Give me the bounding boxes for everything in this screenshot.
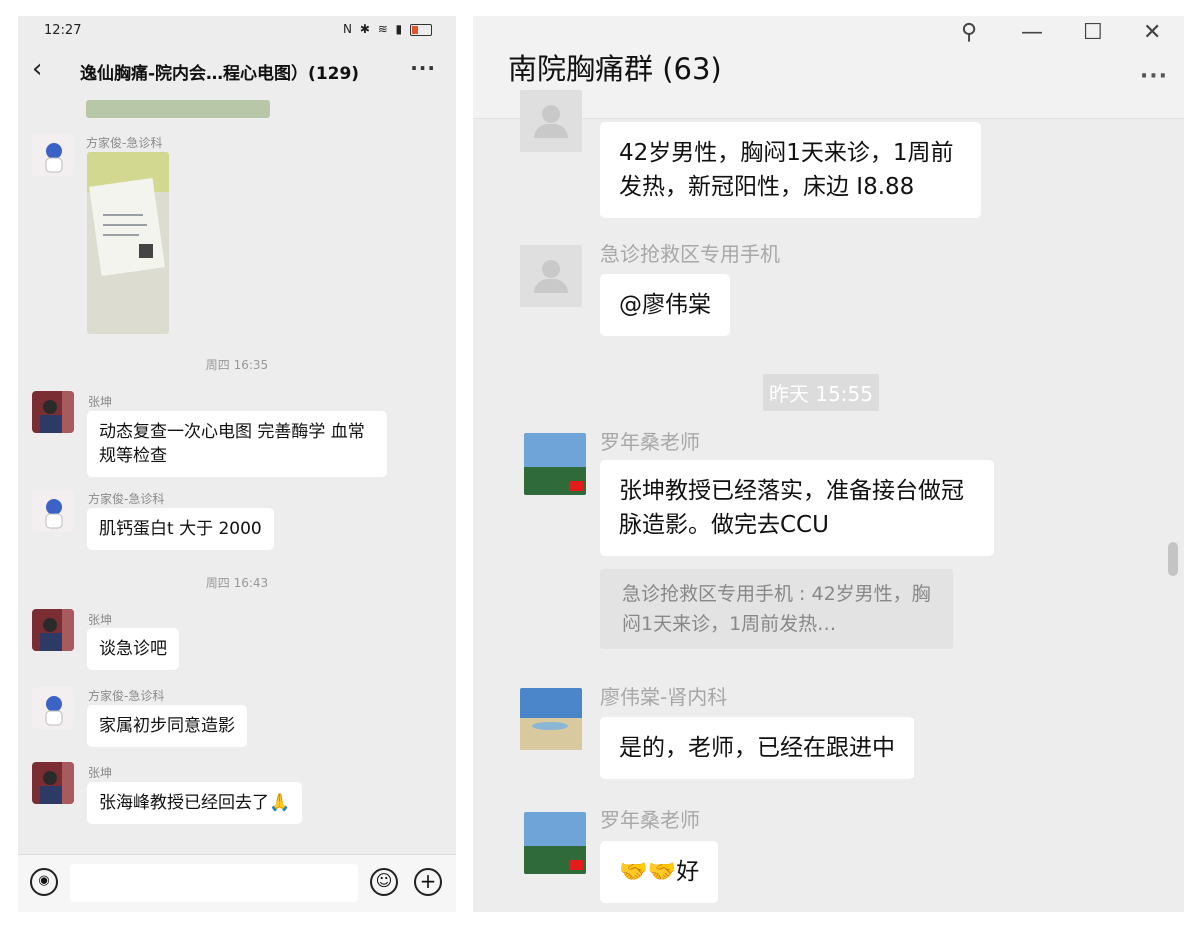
maximize-icon[interactable]: ☐ [1083, 20, 1103, 45]
message-bubble[interactable]: 是的，老师，已经在跟进中 [600, 717, 914, 779]
chat-title: 逸仙胸痛-院内会…程心电图）(129) [80, 64, 360, 84]
back-arrow-icon[interactable]: ‹ [32, 54, 42, 84]
message-bubble[interactable]: 🤝🤝好 [600, 841, 719, 903]
person-photo-icon [40, 762, 74, 804]
flag-badge-icon [569, 481, 583, 491]
avatar[interactable] [32, 609, 74, 651]
message-bubble[interactable]: 家属初步同意造影 [87, 705, 247, 747]
time-divider: 昨天 15:55 [763, 374, 879, 411]
status-time: 12:27 [44, 23, 82, 38]
doc-line [103, 234, 139, 236]
emoji-icon[interactable]: ☺ [370, 868, 398, 896]
avatar[interactable] [32, 762, 74, 804]
message-bubble[interactable]: 动态复查一次心电图 完善酶学 血常规等检查 [87, 411, 387, 477]
message-bubble[interactable]: 张海峰教授已经回去了🙏 [87, 782, 303, 824]
qr-code-icon [139, 244, 153, 258]
avatar[interactable] [32, 391, 74, 433]
image-message-partial[interactable] [86, 100, 270, 118]
message-bubble[interactable]: 谈急诊吧 [87, 628, 179, 670]
default-avatar-icon[interactable] [520, 90, 582, 152]
plus-icon[interactable]: + [414, 868, 442, 896]
sender-name: 罗年桑老师 [600, 808, 700, 832]
cartoon-avatar-icon [45, 696, 63, 726]
sender-name: 罗年桑老师 [600, 430, 700, 454]
sender-name: 廖伟棠-肾内科 [600, 685, 728, 709]
sender-name: 方家俊-急诊科 [86, 136, 163, 150]
close-icon[interactable]: ✕ [1143, 20, 1161, 45]
default-avatar-icon[interactable] [520, 245, 582, 307]
status-bar: 12:27 N ✱ ≋ ▮ [18, 16, 456, 46]
time-divider: 周四 16:43 [205, 576, 269, 590]
sender-name: 方家俊-急诊科 [88, 689, 165, 703]
person-photo-icon [40, 609, 74, 651]
landscape-avatar-icon[interactable] [524, 812, 586, 874]
person-photo-icon [40, 391, 74, 433]
message-bubble[interactable]: 张坤教授已经落实，准备接台做冠脉造影。做完去CCU [600, 460, 994, 556]
beach-avatar-icon[interactable] [520, 688, 582, 750]
cartoon-avatar-icon [45, 143, 63, 173]
desktop-chat-panel: 南院胸痛群 (63) ⚲ — ☐ ✕ ··· 42岁男性，胸闷1天来诊，1周前发… [473, 16, 1184, 912]
more-options-icon[interactable]: ··· [1140, 64, 1168, 89]
photo-document [89, 177, 165, 277]
sender-name: 张坤 [88, 395, 113, 409]
message-bubble[interactable]: 42岁男性，胸闷1天来诊，1周前发热，新冠阳性，床边 I8.88 [600, 122, 981, 218]
message-bubble[interactable]: @廖伟棠 [600, 274, 730, 336]
group-title: 南院胸痛群 (63) [508, 52, 722, 86]
image-message[interactable] [87, 152, 169, 334]
cartoon-avatar-icon [45, 499, 63, 529]
avatar[interactable] [32, 134, 74, 176]
message-bubble[interactable]: 肌钙蛋白t 大于 2000 [87, 508, 274, 550]
message-input-bar: ◉ ☺ + [18, 854, 456, 912]
more-options-icon[interactable]: ··· [410, 56, 436, 80]
battery-icon [410, 23, 432, 36]
sender-name: 急诊抢救区专用手机 [600, 242, 780, 266]
flag-badge-icon [569, 860, 583, 870]
quoted-message[interactable]: 急诊抢救区专用手机 : 42岁男性，胸闷1天来诊，1周前发热… [600, 569, 953, 649]
avatar[interactable] [32, 687, 74, 729]
signal-icons: N ✱ ≋ ▮ [343, 22, 405, 36]
avatar[interactable] [32, 490, 74, 532]
sender-name: 方家俊-急诊科 [88, 492, 165, 506]
pin-icon[interactable]: ⚲ [961, 20, 977, 45]
doc-line [103, 224, 147, 226]
scrollbar-thumb[interactable] [1168, 542, 1178, 576]
sender-name: 张坤 [88, 766, 113, 780]
mobile-chat-panel: 12:27 N ✱ ≋ ▮ ‹ 逸仙胸痛-院内会…程心电图）(129) ··· … [18, 16, 456, 912]
voice-input-icon[interactable]: ◉ [30, 868, 58, 896]
time-divider: 周四 16:35 [205, 358, 269, 372]
doc-line [103, 214, 143, 216]
minimize-icon[interactable]: — [1021, 20, 1043, 45]
message-input[interactable] [70, 864, 358, 902]
status-icons: N ✱ ≋ ▮ [343, 22, 432, 36]
chat-header: ‹ 逸仙胸痛-院内会…程心电图）(129) ··· [18, 46, 456, 94]
landscape-avatar-icon[interactable] [524, 433, 586, 495]
sender-name: 张坤 [88, 613, 113, 627]
